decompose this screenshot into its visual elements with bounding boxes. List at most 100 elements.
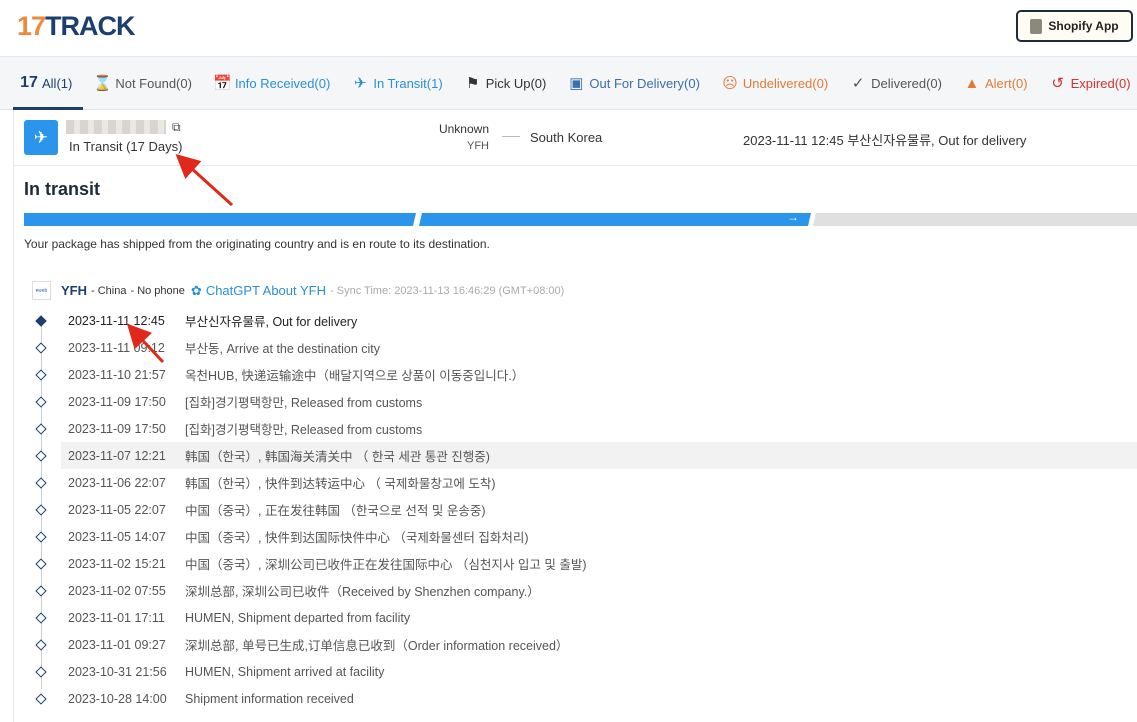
event-row: 2023-11-09 17:50 [집화]경기평택항만, Released fro…: [14, 388, 1137, 415]
delivery-icon: ▣: [569, 75, 584, 92]
timeline-dot-icon: [35, 477, 47, 489]
tab-label: Undelivered(0): [742, 75, 829, 91]
timeline-dot-icon: [35, 504, 47, 516]
event-text: 부산동, Arrive at the destination city: [185, 342, 380, 356]
event-text: [집화]경기평택항만, Released from customs: [185, 423, 423, 437]
timeline-dot-icon: [35, 369, 47, 381]
event-time: 2023-10-31 21:56: [68, 664, 167, 679]
event-text: Shipment information received: [185, 691, 354, 706]
event-text: 韩国（한국）, 快件到达转运中心 （ 국제화물창고에 도착): [185, 477, 496, 491]
event-text: 中国（중국）, 正在发往韩国 （한국으로 선적 및 운송중): [185, 504, 486, 518]
sync-time: - Sync Time: 2023-11-13 16:46:29 (GMT+08…: [330, 284, 565, 297]
tab-label: Not Found(0): [115, 75, 192, 91]
timeline-dot-icon: [35, 396, 47, 408]
event-row: 2023-11-01 17:11 HUMEN, Shipment departed…: [14, 604, 1137, 631]
event-row: 2023-10-28 14:00 Shipment information rec…: [14, 685, 1137, 712]
event-time: 2023-11-02 07:55: [68, 583, 166, 598]
event-text: 中国（중국）, 快件到达国际快件中心 （국제화물센터 집화처리): [185, 531, 529, 545]
event-text: [집화]경기평택항만, Released from customs: [185, 396, 423, 410]
route-arrow-icon: [502, 136, 520, 137]
timeline-dot-icon: [35, 558, 47, 570]
progress-segment-2: →: [419, 213, 811, 226]
calendar-clock-icon: 📅: [212, 75, 232, 92]
event-time: 2023-11-01 09:27: [68, 637, 166, 652]
event-time: 2023-11-11 12:45: [68, 313, 165, 328]
tab-in-transit[interactable]: ✈ In Transit(1): [351, 74, 443, 92]
tab-out-for-delivery[interactable]: ▣ Out For Delivery(0): [567, 74, 700, 92]
tracking-events: 2023-11-11 12:45 부산신자유물류, Out for deliver…: [14, 307, 1137, 712]
history-icon: ↺: [1051, 75, 1064, 92]
event-row: 2023-11-05 14:07 中国（중국）, 快件到达国际快件中心 （국제화물…: [14, 523, 1137, 550]
tab-expired[interactable]: ↺ Expired(0): [1049, 74, 1130, 92]
event-time: 2023-11-09 17:50: [68, 394, 166, 409]
hourglass-icon: ⌛: [93, 75, 113, 92]
warning-icon: ▲: [964, 74, 980, 92]
timeline-dot-icon: [35, 666, 47, 678]
carrier-name[interactable]: YFH: [61, 283, 87, 298]
tab-label: Pick Up(0): [485, 75, 547, 91]
tab-undelivered[interactable]: ☹ Undelivered(0): [721, 74, 828, 92]
tab-delivered[interactable]: ✓ Delivered(0): [849, 74, 942, 92]
event-row: 2023-11-02 15:21 中国（중국）, 深圳公司已收件正在发往国际中心 …: [14, 550, 1137, 577]
event-row: 2023-11-11 09:12 부산동, Arrive at the desti…: [14, 334, 1137, 361]
destination-country: South Korea: [530, 130, 603, 145]
timeline-dot-icon: [35, 612, 47, 624]
tab-all[interactable]: 17 All(1): [20, 74, 72, 92]
event-row: 2023-11-02 07:55 深圳总部, 深圳公司已收件（Received b…: [14, 577, 1137, 604]
carrier-phone: - No phone: [130, 284, 185, 297]
event-time: 2023-10-28 14:00: [68, 691, 167, 706]
carrier-country: - China: [91, 284, 127, 297]
carrier-info: ▾web YFH - China - No phone ✿ ChatGPT Ab…: [32, 281, 564, 300]
timeline-dot-icon: [35, 531, 47, 543]
tab-alert[interactable]: ▲ Alert(0): [963, 75, 1028, 92]
tab-label: Out For Delivery(0): [589, 75, 700, 91]
latest-event: 2023-11-11 12:45 부산신자유물류, Out for delive…: [743, 133, 1027, 148]
timeline-dot-icon: [35, 639, 47, 651]
chatgpt-link[interactable]: ChatGPT About YFH: [206, 283, 326, 298]
chatgpt-icon: ✿: [190, 282, 202, 298]
origin: Unknown YFH: [414, 122, 489, 152]
detail-title: In transit: [24, 179, 101, 199]
tab-label: Alert(0): [984, 75, 1028, 91]
event-row: 2023-11-06 22:07 韩国（한국）, 快件到达转运中心 （ 국제화물창…: [14, 469, 1137, 496]
event-time: 2023-11-05 22:07: [68, 502, 166, 517]
event-row: 2023-11-05 22:07 中国（중국）, 正在发往韩国 （한국으로 선적 …: [14, 496, 1137, 523]
event-text: 부산신자유물류, Out for delivery: [185, 315, 358, 329]
event-time: 2023-11-06 22:07: [68, 475, 166, 490]
17track-logo[interactable]: 17TRACK: [17, 11, 136, 42]
status-description: Your package has shipped from the origin…: [24, 237, 490, 251]
event-row: 2023-11-07 12:21 韩国（한국）, 韩国海关清关中 （ 한국 세관 …: [35, 442, 1137, 469]
sad-face-icon: ☹: [722, 75, 738, 92]
progress-segment-3: [813, 213, 1137, 226]
progress-segment-1: [24, 213, 416, 226]
status-tabs: 17 All(1) ⌛ Not Found(0) 📅 Info Received(0) ✈ I…: [0, 57, 1137, 110]
shopify-bag-icon: [1030, 18, 1043, 34]
event-text: 深圳总部, 单号已生成,订单信息已收到（Order information re…: [185, 639, 569, 653]
shipment-summary[interactable]: ✈ ⧉ In Transit (17 Days) Unknown YFH Sout…: [14, 110, 1137, 166]
tab-label: In Transit(1): [373, 75, 443, 91]
check-icon: ✓: [851, 75, 865, 92]
header: 17TRACK Shopify App: [0, 0, 1137, 57]
timeline-dot-icon: [35, 693, 47, 705]
timeline-dot-icon: [35, 342, 47, 354]
tab-not-found[interactable]: ⌛ Not Found(0): [93, 74, 192, 92]
arrow-right-icon: →: [787, 210, 799, 224]
17-logo-icon: 17: [20, 74, 38, 91]
event-time: 2023-11-10 21:57: [68, 367, 166, 382]
shipment-card: ✈ ⧉ In Transit (17 Days) Unknown YFH Sout…: [13, 110, 1137, 722]
tab-info-received[interactable]: 📅 Info Received(0): [213, 74, 330, 92]
tab-pick-up[interactable]: ⚑ Pick Up(0): [464, 74, 547, 92]
shipment-status: In Transit (17 Days): [69, 139, 183, 154]
event-time: 2023-11-05 14:07: [68, 529, 166, 544]
carrier-logo: ▾web: [32, 281, 51, 300]
event-row: 2023-11-10 21:57 옥천HUB, 快递运输途中（배달지역으로 상품이…: [14, 361, 1137, 388]
event-time: 2023-11-11 09:12: [68, 340, 165, 355]
timeline-dot-icon: [35, 315, 47, 327]
timeline-dot-icon: [35, 423, 47, 435]
event-row: 2023-11-11 12:45 부산신자유물류, Out for deliver…: [14, 307, 1137, 334]
copy-icon[interactable]: ⧉: [172, 120, 181, 135]
shopify-app-button[interactable]: Shopify App: [1016, 10, 1133, 42]
event-text: 韩国（한국）, 韩国海关清关中 （ 한국 세관 통관 진행중): [185, 450, 490, 464]
event-text: HUMEN, Shipment departed from facility: [185, 610, 411, 625]
event-time: 2023-11-07 12:21: [68, 448, 166, 463]
